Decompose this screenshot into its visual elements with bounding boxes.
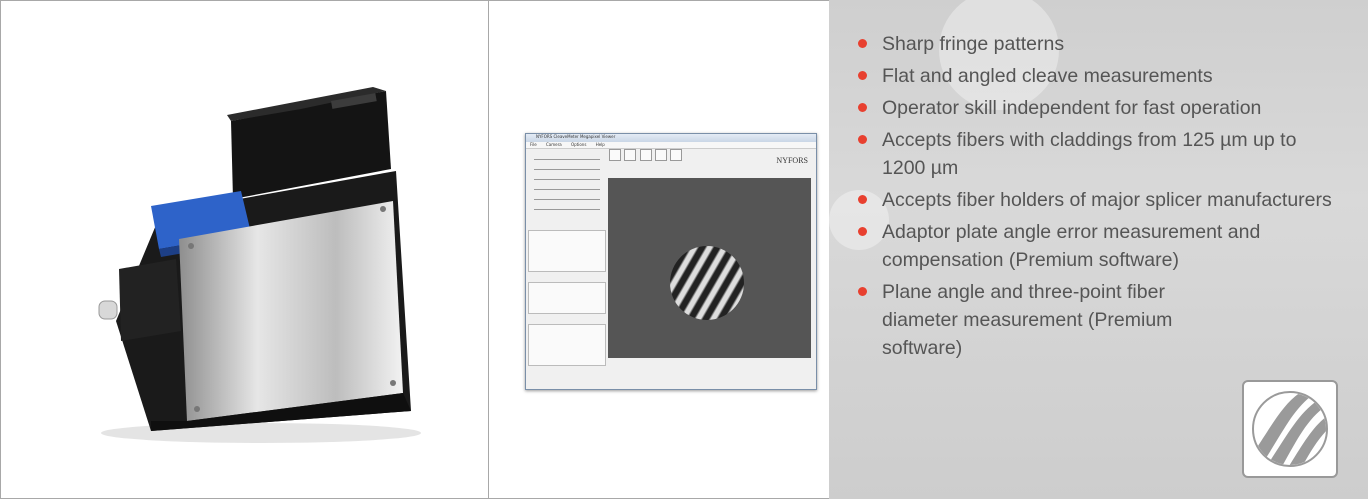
software-toolbar: NYFORS — [608, 148, 812, 176]
feature-item: Operator skill independent for fast oper… — [858, 94, 1338, 122]
feature-list: Sharp fringe patterns Flat and angled cl… — [858, 30, 1338, 366]
software-title-bar: NYFORS CleaveMeter Megapixel Viewer — [526, 134, 816, 142]
toolbar-button — [624, 149, 637, 161]
feature-item: Adaptor plate angle error measurement an… — [858, 218, 1338, 274]
feature-item: Accepts fibers with claddings from 125 µ… — [858, 126, 1338, 182]
menu-file: File — [530, 142, 537, 147]
toolbar-button — [654, 149, 667, 161]
fringe-view — [608, 178, 811, 358]
software-controls-sidebar — [528, 150, 606, 386]
product-banner: NYFORS CleaveMeter Megapixel Viewer File… — [0, 0, 1368, 500]
software-window-thumbnail: NYFORS CleaveMeter Megapixel Viewer File… — [525, 133, 817, 390]
feature-item: Sharp fringe patterns — [858, 30, 1338, 58]
menu-options: Options — [570, 142, 587, 147]
menu-camera: Camera — [545, 142, 562, 147]
feature-item: Flat and angled cleave measurements — [858, 62, 1338, 90]
software-title: NYFORS CleaveMeter Megapixel Viewer — [536, 134, 616, 139]
feature-item: Accepts fiber holders of major splicer m… — [858, 186, 1338, 214]
cleave-meter-device-image — [98, 87, 421, 443]
toolbar-button — [670, 149, 683, 161]
fringe-pattern-image — [670, 246, 744, 320]
feature-item: Plane angle and three-point fiber diamet… — [858, 278, 1242, 362]
toolbar-button — [609, 149, 621, 161]
device-photo-panel — [0, 0, 489, 499]
fiber-stripes-logo-icon — [1242, 380, 1338, 478]
menu-help: Help — [595, 142, 605, 147]
software-brand-logo: NYFORS — [776, 156, 808, 165]
toolbar-button — [639, 149, 652, 161]
